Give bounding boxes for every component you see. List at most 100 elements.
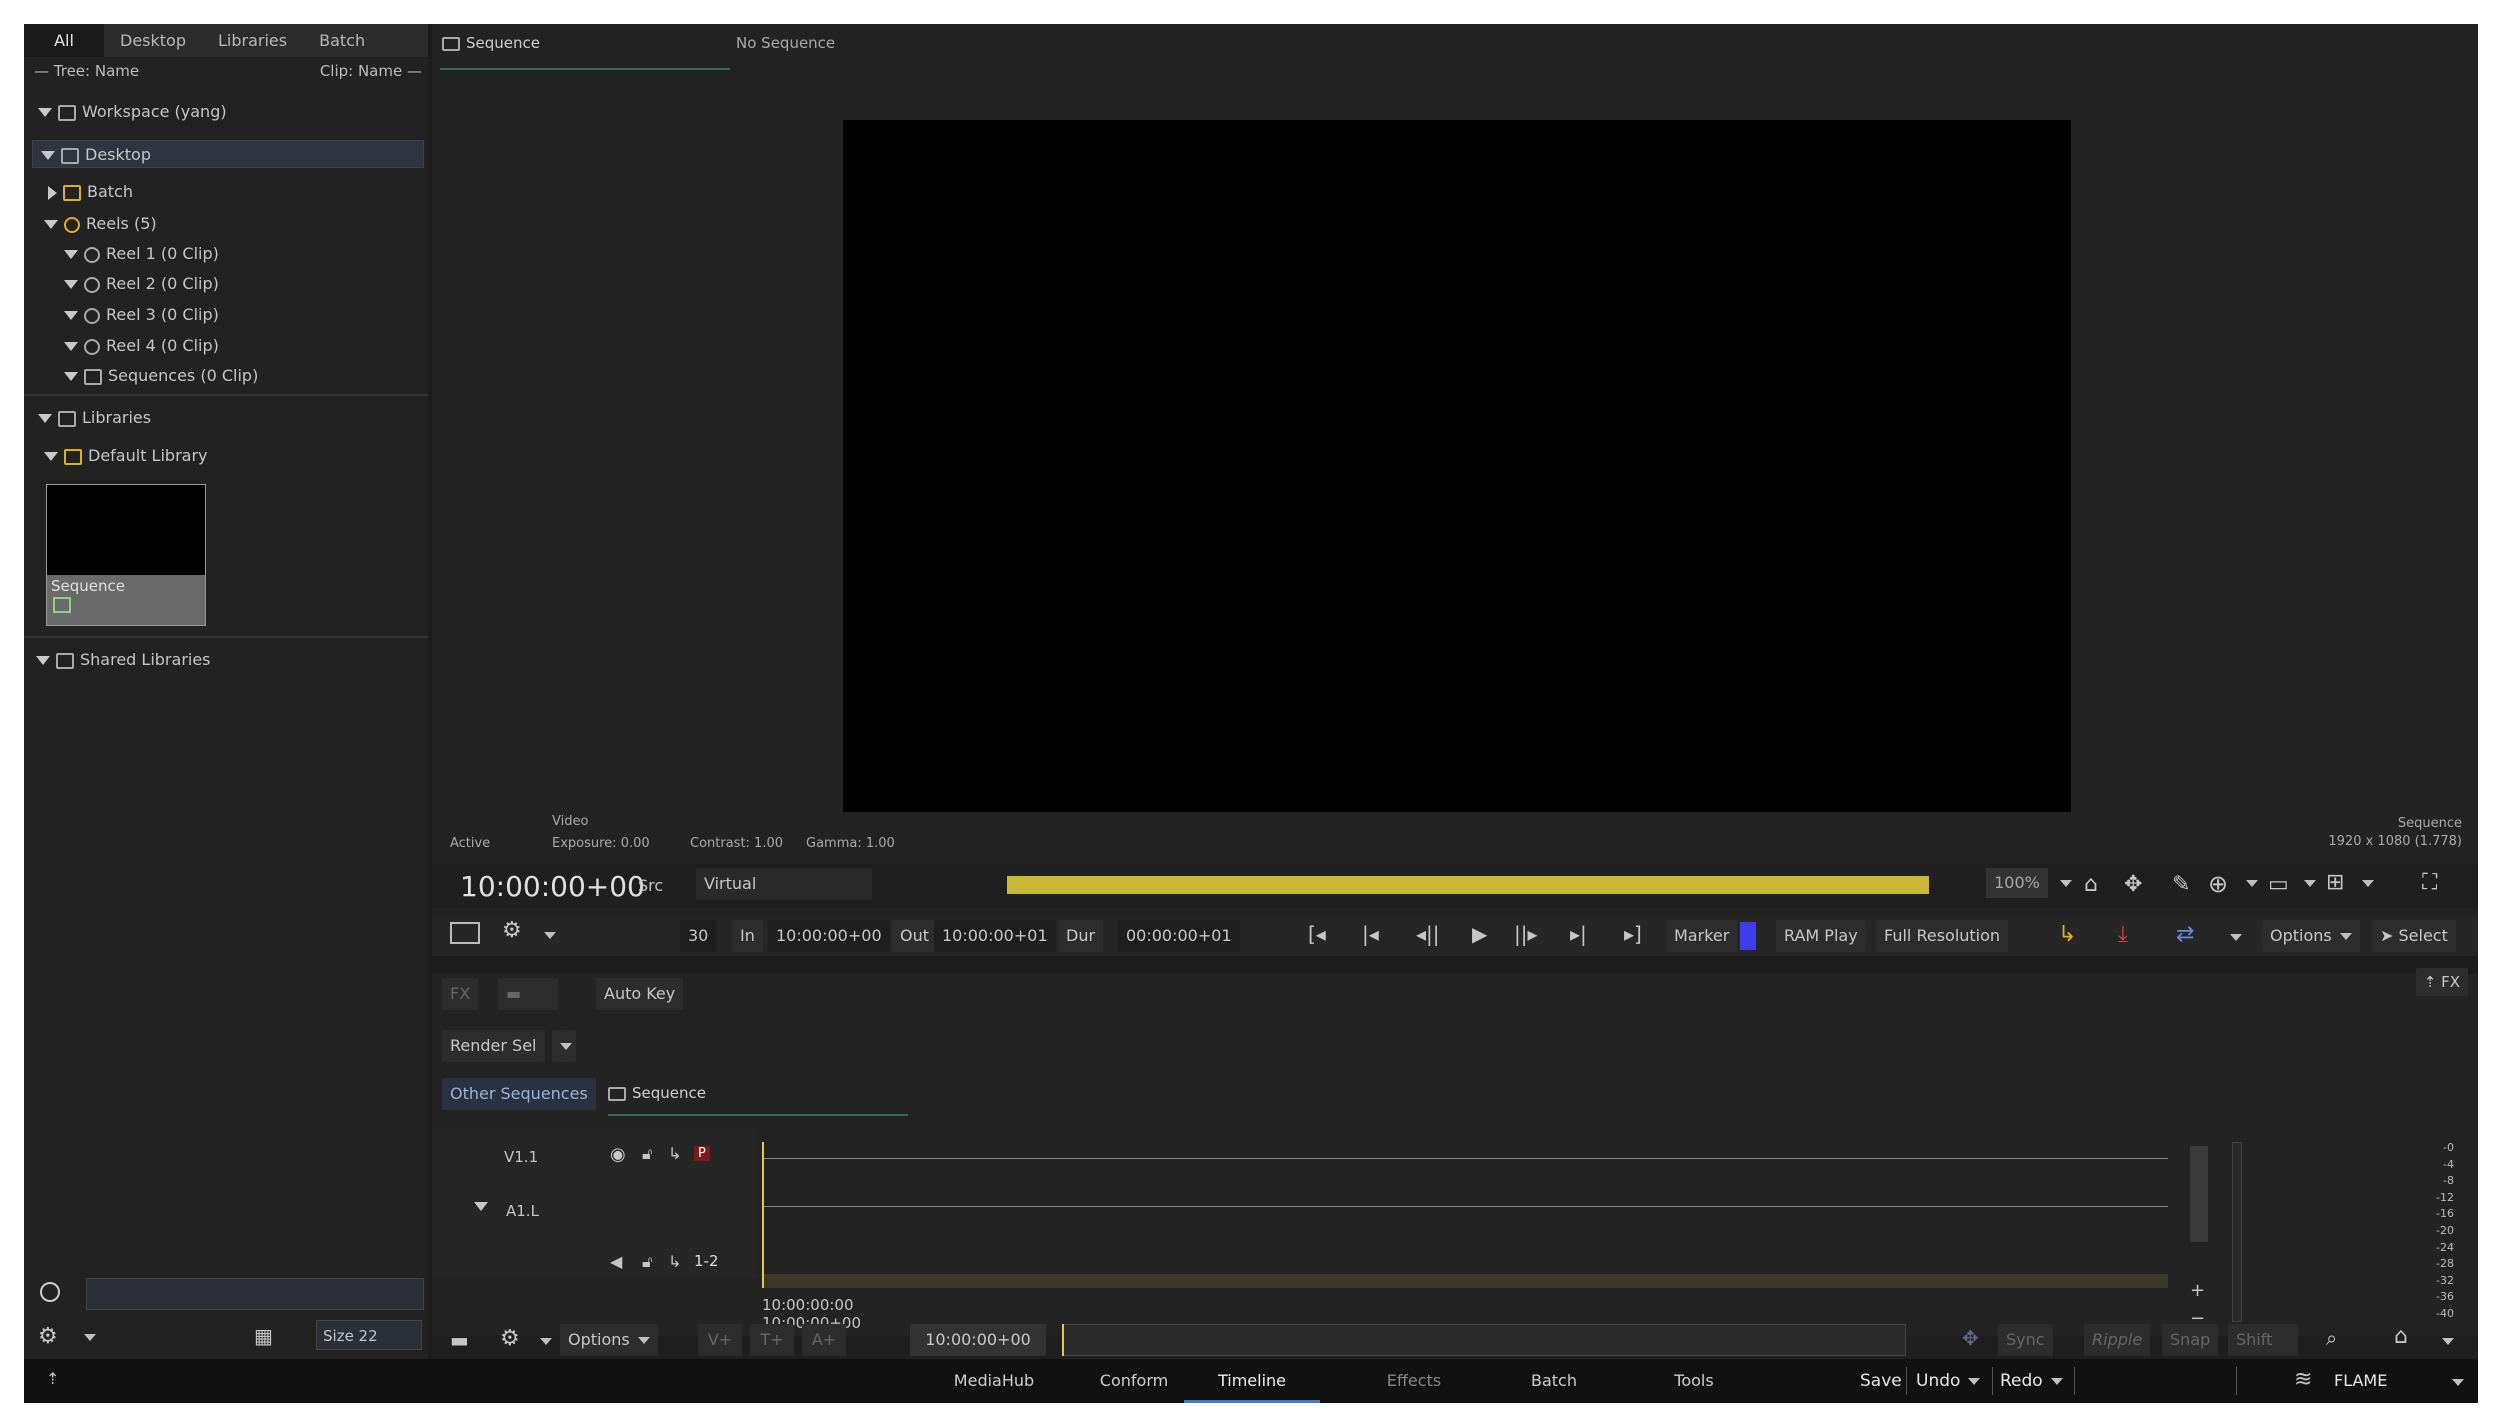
tab-mediahub[interactable]: MediaHub [924,1359,1064,1403]
shift-button[interactable]: Shift [2228,1324,2298,1356]
fullscreen-icon[interactable]: ⛶ [2422,870,2437,895]
expand-triangle-icon[interactable] [48,185,57,200]
collapse-triangle-icon[interactable] [38,414,52,423]
playhead[interactable] [762,1142,764,1288]
reel-item[interactable]: Reel 2 (0 Clip) [64,270,219,298]
virtual-field[interactable]: Virtual [696,868,872,900]
reel-item[interactable]: Reel 4 (0 Clip) [64,332,219,360]
render-dropdown[interactable] [552,1030,576,1062]
insert-edit-icon[interactable]: ↳ [2058,922,2076,947]
collapse-triangle-icon[interactable] [36,656,50,665]
tree-sort-label[interactable]: — Tree: Name [34,62,139,80]
timeline-scrub-bar[interactable] [1062,1324,1906,1356]
reels-row[interactable]: Reels (5) [44,210,157,238]
tab-tools[interactable]: Tools [1624,1359,1764,1403]
display-icon[interactable]: ▭ [2268,872,2289,897]
grid-view-icon[interactable]: ▦ [254,1324,273,1348]
step-back-icon[interactable]: ◂|| [1416,922,1440,946]
collapse-triangle-icon[interactable] [64,280,78,289]
chevron-down-icon[interactable] [2060,880,2072,887]
collapse-triangle-icon[interactable] [64,342,78,351]
overlay-icon[interactable]: ⊞ [2326,870,2344,895]
viewer-tab-sequence[interactable]: Sequence [442,34,540,52]
pan-icon[interactable]: ✥ [2124,872,2142,897]
ripple-button[interactable]: Ripple [2084,1324,2151,1356]
scrub-playhead[interactable] [1062,1324,1064,1356]
collapse-triangle-icon[interactable] [474,1202,488,1211]
gear-icon[interactable]: ⚙ [38,1324,58,1349]
marker-button[interactable]: Marker [1666,920,1738,952]
playback-range-bar[interactable] [1007,876,1929,894]
eyedropper-icon[interactable]: ✎ [2172,872,2190,897]
tab-batch[interactable]: Batch [1484,1359,1624,1403]
play-icon[interactable]: ▶ [1472,922,1487,946]
video-canvas[interactable] [843,120,2071,812]
collapse-triangle-icon[interactable] [41,151,55,160]
collapse-triangle-icon[interactable] [64,311,78,320]
home-icon[interactable]: ⌂ [2394,1324,2408,1349]
reel-item[interactable]: Reel 3 (0 Clip) [64,301,219,329]
redo-button[interactable]: Redo [2000,1359,2063,1403]
tab-desktop[interactable]: Desktop [104,24,202,57]
sync-button[interactable]: Sync [1998,1324,2053,1356]
primary-track-badge[interactable]: P [694,1146,710,1161]
step-forward-icon[interactable]: ||▸ [1514,922,1538,946]
batch-row[interactable]: Batch [48,178,133,206]
tab-libraries[interactable]: Libraries [202,24,303,57]
crosshair-icon[interactable]: ⊕ [2208,870,2228,898]
chevron-down-icon[interactable] [2304,880,2316,887]
master-timecode[interactable]: 10:00:00+00 [460,870,645,903]
auto-key-button[interactable]: Auto Key [596,978,684,1010]
size-field[interactable]: Size 22 [316,1320,422,1350]
patch-icon[interactable]: ↳ [668,1144,681,1163]
dur-label[interactable]: Dur [1058,920,1104,952]
add-video-track-button[interactable]: V+ [698,1324,742,1356]
zoom-field[interactable]: 100% [1986,868,2048,898]
desktop-row[interactable]: Desktop [32,140,424,168]
chevron-down-icon[interactable] [2452,1379,2464,1386]
out-label[interactable]: Out [892,920,938,952]
chevron-down-icon[interactable] [2230,934,2242,941]
reel-item[interactable]: Sequences (0 Clip) [64,362,258,390]
expand-up-icon[interactable]: ⇡ [46,1369,59,1388]
tab-batch[interactable]: Batch [303,24,381,57]
audio-track-bar[interactable] [762,1274,2168,1288]
tab-effects[interactable]: Effects [1344,1359,1484,1403]
fps-field[interactable]: 30 [680,920,716,952]
layout-icon[interactable]: ▬ [450,1328,469,1352]
lock-icon[interactable]: 🔓︎ [642,1252,652,1272]
select-tool-button[interactable]: ➤ Select [2372,920,2456,952]
options-button[interactable]: Options [2262,920,2360,952]
clip-sort-label[interactable]: Clip: Name — [320,62,422,80]
save-button[interactable]: Save [1860,1359,1902,1403]
fx-button[interactable]: FX [442,978,479,1010]
collapse-triangle-icon[interactable] [44,452,58,461]
clip-thumbnail[interactable]: Sequence [46,484,206,626]
viewer-tab-right[interactable]: No Sequence [736,34,835,52]
marker-color-swatch[interactable] [1740,922,1756,950]
next-edit-icon[interactable]: ▸| [1570,922,1587,946]
fx-mask-icon[interactable]: ▬ [498,978,558,1010]
home-icon[interactable]: ⌂ [2084,872,2098,897]
chevron-down-icon[interactable] [544,932,556,939]
in-timecode[interactable]: 10:00:00+00 [768,920,890,952]
default-library-row[interactable]: Default Library [44,442,208,470]
search-icon[interactable]: ⌕ [2326,1326,2337,1350]
trim-icon[interactable]: ✥ [1962,1326,1979,1350]
eye-icon[interactable]: ◉ [610,1144,626,1165]
out-timecode[interactable]: 10:00:00+01 [934,920,1056,952]
overwrite-edit-icon[interactable]: ⤓ [2118,922,2128,947]
src-label[interactable]: Src [638,876,663,895]
gear-icon[interactable]: ⚙ [502,918,522,943]
render-sel-button[interactable]: Render Sel [442,1030,545,1062]
tab-all[interactable]: All [24,24,104,57]
timeline-scrollbar[interactable] [2190,1146,2208,1242]
workspace-row[interactable]: Workspace (yang) [38,98,227,126]
track-v-label[interactable]: V1.1 [504,1148,538,1166]
ram-play-button[interactable]: RAM Play [1776,920,1866,952]
timeline-tab-sequence[interactable]: Sequence [608,1084,706,1102]
gear-icon[interactable]: ⚙ [500,1326,520,1351]
timeline-options-button[interactable]: Options [560,1324,658,1356]
collapse-triangle-icon[interactable] [64,372,78,381]
snap-button[interactable]: Snap [2162,1324,2219,1356]
